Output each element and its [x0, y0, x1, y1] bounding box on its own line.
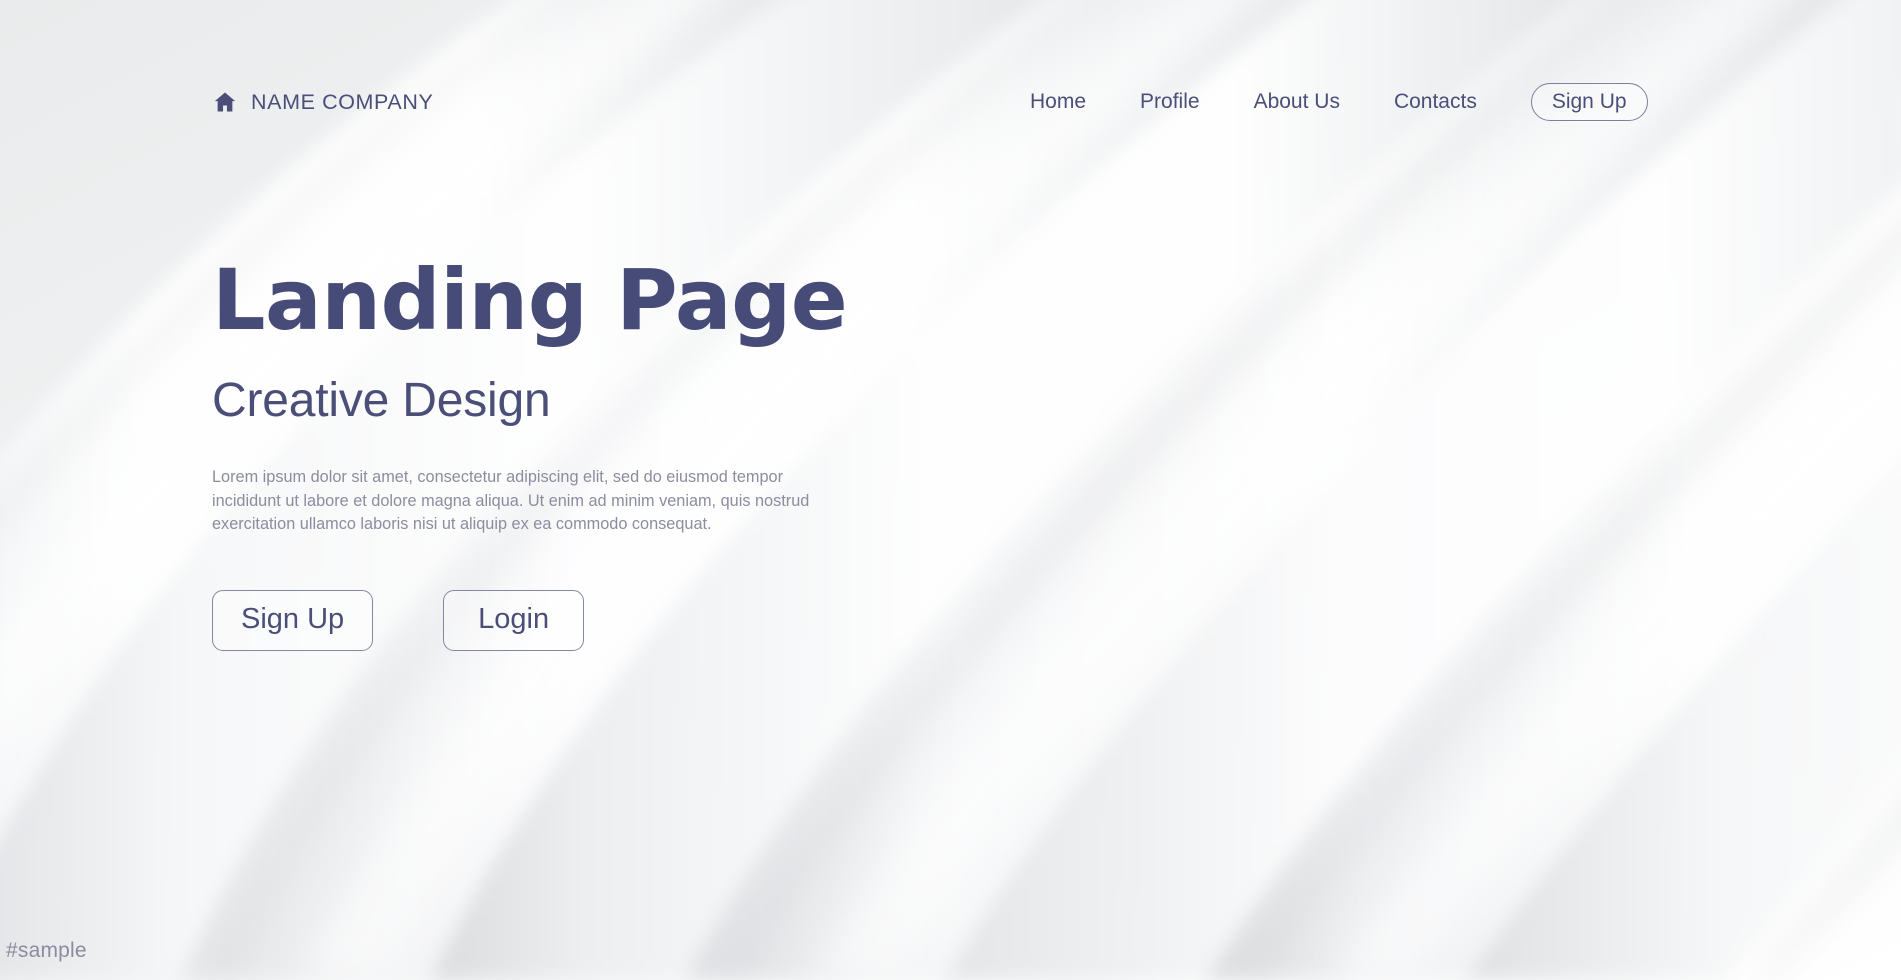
hero-actions: Sign Up Login	[212, 590, 912, 652]
nav-item-profile[interactable]: Profile	[1140, 90, 1200, 114]
nav-signup-button[interactable]: Sign Up	[1530, 83, 1648, 121]
hero-signup-button[interactable]: Sign Up	[212, 590, 374, 652]
watermark-tag: #sample	[6, 939, 87, 962]
nav-item-about-us[interactable]: About Us	[1254, 90, 1340, 114]
site-header: NAME COMPANY Home Profile About Us Conta…	[0, 78, 1901, 126]
hero-title: Landing Page	[212, 251, 848, 349]
hero-section: Landing Page Creative Design Lorem ipsum…	[212, 251, 912, 652]
brand-logo[interactable]: NAME COMPANY	[212, 89, 433, 115]
brand-name: NAME COMPANY	[251, 89, 434, 114]
hero-paragraph: Lorem ipsum dolor sit amet, consectetur …	[212, 468, 810, 533]
main-nav: Home Profile About Us Contacts Sign Up	[1030, 78, 1648, 126]
nav-item-contacts[interactable]: Contacts	[1394, 90, 1477, 114]
hero-login-button[interactable]: Login	[443, 590, 585, 652]
hero-subtitle: Creative Design	[212, 374, 551, 427]
home-icon	[214, 92, 236, 112]
nav-item-home[interactable]: Home	[1030, 90, 1086, 114]
